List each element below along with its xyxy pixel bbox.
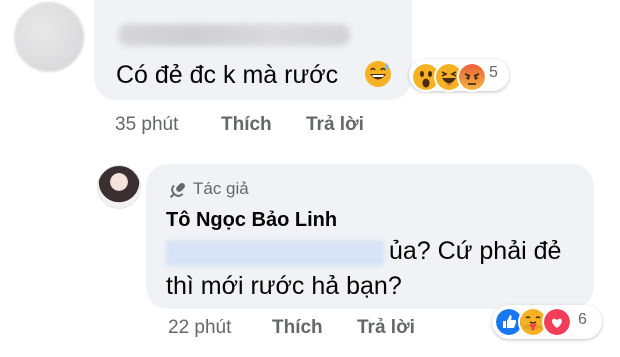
author-badge: Tác giả	[193, 179, 249, 198]
comment-text: Có đẻ đc k mà rước	[116, 61, 339, 89]
blurred-commenter-name	[118, 24, 350, 46]
love-reaction-icon	[542, 307, 572, 337]
reaction-count: 6	[578, 311, 587, 328]
reply-button[interactable]: Trả lời	[357, 317, 415, 339]
commenter-avatar[interactable]	[14, 2, 84, 72]
comment-timestamp[interactable]: 35 phút	[115, 114, 178, 136]
like-button[interactable]: Thích	[272, 317, 323, 339]
grinning-sweat-emoji-icon	[365, 61, 391, 87]
author-name[interactable]: Tô Ngọc Bảo Linh	[166, 209, 337, 232]
microphone-icon	[169, 183, 185, 199]
like-button[interactable]: Thích	[221, 114, 272, 136]
reply-timestamp[interactable]: 22 phút	[168, 317, 231, 339]
reply-button[interactable]: Trả lời	[306, 114, 364, 136]
reaction-count: 5	[489, 64, 498, 81]
blurred-mention[interactable]	[166, 240, 384, 266]
reply-text-line2: thì mới rước hả bạn?	[166, 272, 402, 300]
author-avatar[interactable]	[97, 165, 141, 209]
angry-reaction-icon	[457, 62, 487, 92]
reply-text-line1: ủa? Cứ phải đẻ	[389, 237, 562, 265]
